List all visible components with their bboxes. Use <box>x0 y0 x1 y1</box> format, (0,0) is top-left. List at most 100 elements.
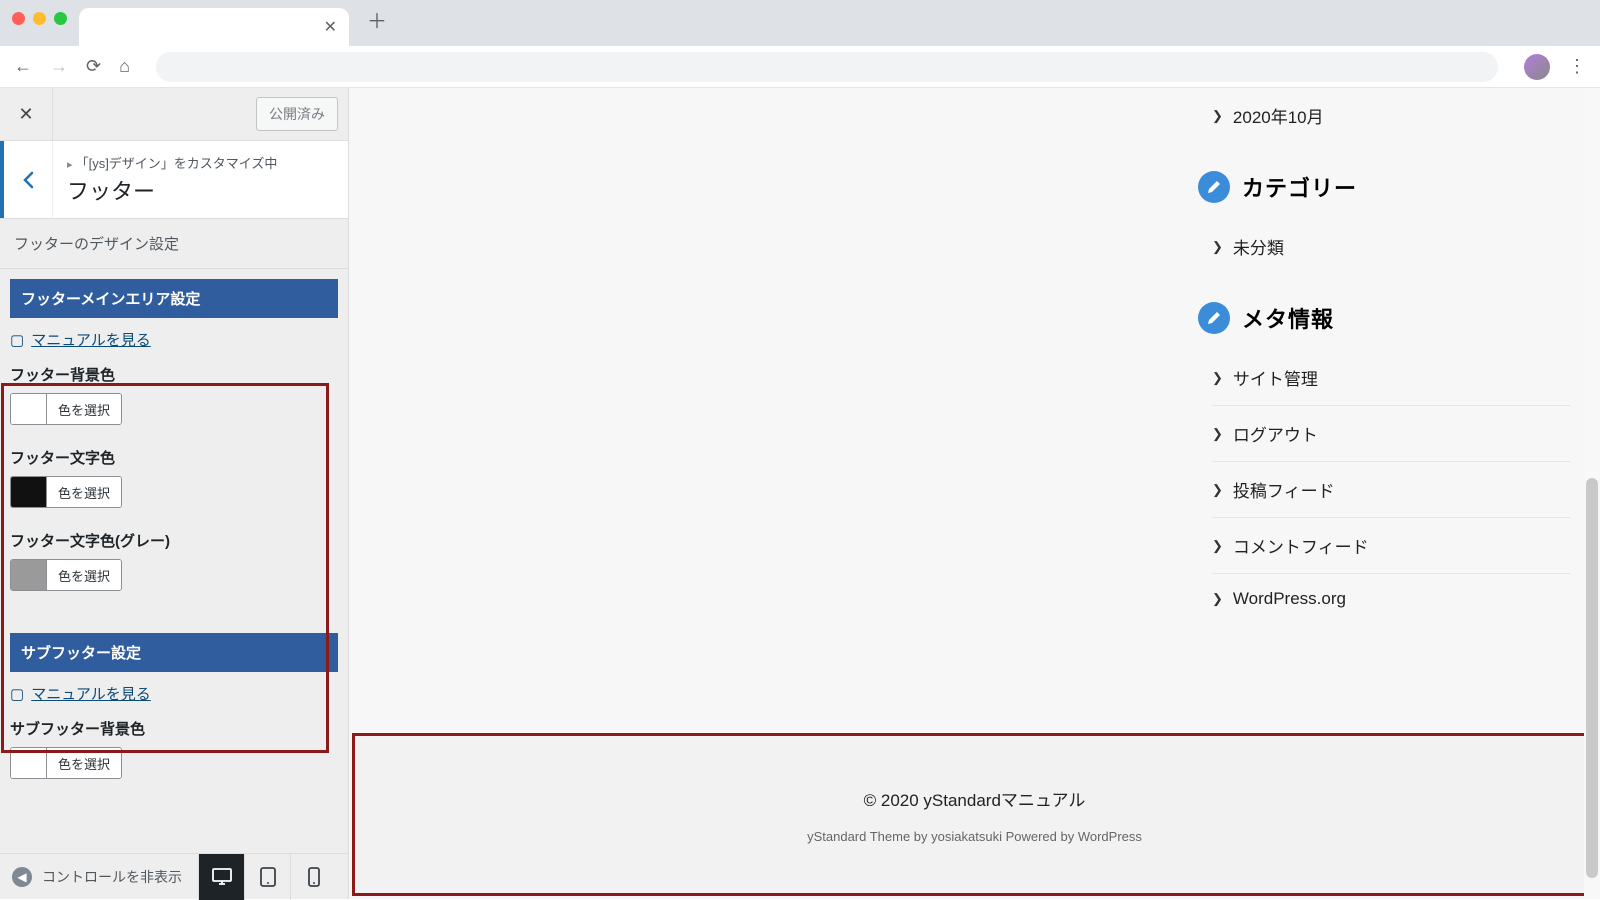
profile-avatar[interactable] <box>1524 54 1550 80</box>
scrollbar-thumb[interactable] <box>1586 478 1598 878</box>
color-swatch <box>11 394 47 424</box>
window-close-button[interactable] <box>12 12 25 25</box>
window-controls <box>12 12 67 25</box>
customizer-footer: ◀ コントロールを非表示 <box>0 853 348 899</box>
chevron-right-icon: ❯ <box>1212 426 1223 442</box>
pencil-icon <box>1198 302 1230 334</box>
browser-menu-icon[interactable]: ⋮ <box>1568 56 1586 77</box>
back-icon[interactable]: ← <box>14 56 32 77</box>
preview-scrollbar[interactable] <box>1584 88 1600 899</box>
customizer-title-box: 「[ys]デザイン」をカスタマイズ中 フッター <box>53 141 348 218</box>
chevron-right-icon: ❯ <box>1212 591 1223 607</box>
list-item[interactable]: ❯コメントフィード <box>1212 518 1570 574</box>
customizer-description: フッターのデザイン設定 <box>0 219 348 269</box>
pencil-icon <box>1198 171 1230 203</box>
meta-list: ❯サイト管理 ❯ログアウト ❯投稿フィード ❯コメントフィード ❯WordPre… <box>1212 350 1570 624</box>
mobile-icon <box>308 867 320 887</box>
color-picker-button[interactable]: 色を選択 <box>10 559 122 591</box>
list-item[interactable]: ❯投稿フィード <box>1212 462 1570 518</box>
customizer-section-title: フッター <box>67 174 334 206</box>
color-select-label: 色を選択 <box>47 394 121 424</box>
reload-icon[interactable]: ⟳ <box>86 56 101 77</box>
section-header-sub-footer: サブフッター設定 <box>10 633 338 672</box>
footer-text-color-field: フッター文字色 色を選択 <box>10 447 338 512</box>
customizer-scroll[interactable]: ✕ 公開済み 「[ys]デザイン」をカスタマイズ中 フッター フッターのデザイン… <box>0 88 348 853</box>
new-tab-button[interactable]: ＋ <box>367 5 387 34</box>
collapse-icon[interactable]: ◀ <box>12 867 32 887</box>
home-icon[interactable]: ⌂ <box>119 56 130 77</box>
device-tablet-button[interactable] <box>244 854 290 900</box>
footer-credit: yStandard Theme by yosiakatsuki Powered … <box>807 829 1142 844</box>
color-picker-button[interactable]: 色を選択 <box>10 393 122 425</box>
manual-link[interactable]: マニュアルを見る <box>31 329 151 350</box>
widget-title: メタ情報 <box>1242 302 1334 334</box>
sub-footer-section: サブフッター設定 ▢ マニュアルを見る サブフッター背景色 色を選択 <box>0 623 348 811</box>
color-select-label: 色を選択 <box>47 477 121 507</box>
device-switcher <box>198 854 336 900</box>
field-label: フッター背景色 <box>10 364 338 385</box>
browser-toolbar: ← → ⟳ ⌂ ⋮ <box>0 46 1600 88</box>
customizer-title-row: 「[ys]デザイン」をカスタマイズ中 フッター <box>0 141 348 219</box>
color-swatch <box>11 477 47 507</box>
address-bar[interactable] <box>156 52 1498 82</box>
browser-tab[interactable]: ✕ <box>79 8 349 46</box>
device-mobile-button[interactable] <box>290 854 336 900</box>
list-item[interactable]: ❯WordPress.org <box>1212 574 1570 624</box>
category-list: ❯未分類 <box>1212 219 1570 274</box>
book-icon: ▢ <box>10 331 24 349</box>
category-widget: カテゴリー ❯未分類 <box>1198 171 1570 274</box>
preview-main: ❯2020年10月 カテゴリー ❯未分類 <box>349 88 1600 733</box>
sidebar-widgets: ❯2020年10月 カテゴリー ❯未分類 <box>1198 88 1570 733</box>
collapse-label[interactable]: コントロールを非表示 <box>42 867 188 887</box>
manual-link[interactable]: マニュアルを見る <box>31 683 151 704</box>
color-select-label: 色を選択 <box>47 748 121 778</box>
chevron-right-icon: ❯ <box>1212 239 1223 255</box>
tab-close-icon[interactable]: ✕ <box>324 17 337 37</box>
chevron-left-icon <box>22 171 34 189</box>
color-picker-button[interactable]: 色を選択 <box>10 476 122 508</box>
publish-button[interactable]: 公開済み <box>256 97 338 131</box>
forward-icon: → <box>50 56 68 77</box>
list-item[interactable]: ❯ログアウト <box>1212 406 1570 462</box>
chevron-right-icon: ❯ <box>1212 108 1223 124</box>
list-item[interactable]: ❯未分類 <box>1212 219 1570 274</box>
app-root: ✕ 公開済み 「[ys]デザイン」をカスタマイズ中 フッター フッターのデザイン… <box>0 88 1600 899</box>
customizer-panel: ✕ 公開済み 「[ys]デザイン」をカスタマイズ中 フッター フッターのデザイン… <box>0 88 349 899</box>
customizer-close-button[interactable]: ✕ <box>0 88 53 141</box>
footer-text-gray-color-field: フッター文字色(グレー) 色を選択 <box>10 530 338 595</box>
archive-widget: ❯2020年10月 <box>1198 88 1570 143</box>
book-icon: ▢ <box>10 685 24 703</box>
device-desktop-button[interactable] <box>198 854 244 900</box>
window-zoom-button[interactable] <box>54 12 67 25</box>
customizer-back-button[interactable] <box>0 141 53 218</box>
color-picker-button[interactable]: 色を選択 <box>10 747 122 779</box>
widget-title: カテゴリー <box>1242 171 1357 203</box>
manual-link-row: ▢ マニュアルを見る <box>10 318 338 364</box>
color-swatch <box>11 748 47 778</box>
archive-list: ❯2020年10月 <box>1212 88 1570 143</box>
color-swatch <box>11 560 47 590</box>
manual-link-row: ▢ マニュアルを見る <box>10 672 338 718</box>
customizer-header: ✕ 公開済み <box>0 88 348 141</box>
section-header-footer-main: フッターメインエリア設定 <box>10 279 338 318</box>
chevron-right-icon: ❯ <box>1212 538 1223 554</box>
list-item[interactable]: ❯2020年10月 <box>1212 88 1570 143</box>
field-label: フッター文字色(グレー) <box>10 530 338 551</box>
field-label: サブフッター背景色 <box>10 718 338 739</box>
chevron-right-icon: ❯ <box>1212 482 1223 498</box>
preview-content: ❯2020年10月 カテゴリー ❯未分類 <box>349 88 1600 899</box>
footer-main-area-section: フッターメインエリア設定 ▢ マニュアルを見る フッター背景色 色を選択 フッタ… <box>0 269 348 623</box>
preview-pane: ❯2020年10月 カテゴリー ❯未分類 <box>349 88 1600 899</box>
list-item[interactable]: ❯サイト管理 <box>1212 350 1570 406</box>
browser-tab-strip: ✕ ＋ <box>0 0 1600 46</box>
customizer-breadcrumb: 「[ys]デザイン」をカスタマイズ中 <box>67 153 334 172</box>
footer-bg-color-field: フッター背景色 色を選択 <box>10 364 338 429</box>
color-select-label: 色を選択 <box>47 560 121 590</box>
footer-copyright: © 2020 yStandardマニュアル <box>864 786 1086 811</box>
sub-footer-bg-color-field: サブフッター背景色 色を選択 <box>10 718 338 783</box>
site-footer: © 2020 yStandardマニュアル yStandard Theme by… <box>352 733 1597 896</box>
field-label: フッター文字色 <box>10 447 338 468</box>
meta-widget: メタ情報 ❯サイト管理 ❯ログアウト ❯投稿フィード ❯コメントフィード ❯Wo… <box>1198 302 1570 624</box>
window-minimize-button[interactable] <box>33 12 46 25</box>
desktop-icon <box>212 868 232 886</box>
